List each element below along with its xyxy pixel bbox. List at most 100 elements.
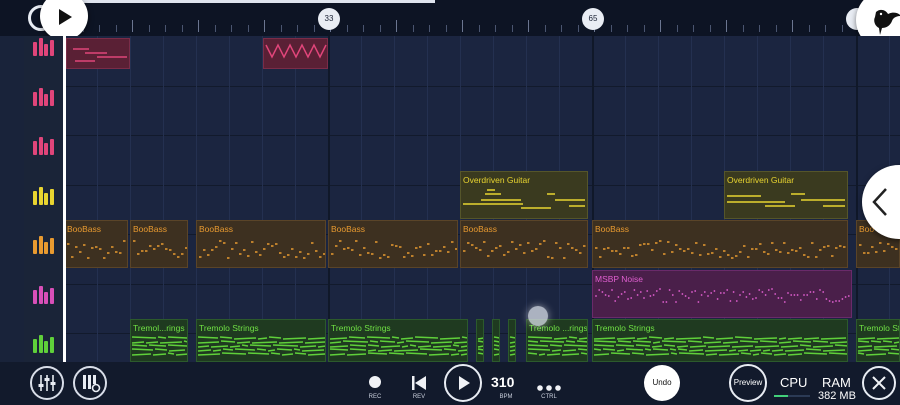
ruler-tick — [825, 25, 826, 32]
ruler-tick — [429, 25, 430, 32]
ruler-tick — [545, 25, 546, 32]
key-bar — [38, 186, 43, 205]
clip-tremolo-fragment-1[interactable] — [476, 319, 484, 362]
clip-overdriven-guitar-2[interactable]: Overdriven Guitar — [724, 171, 848, 219]
track-icon-1[interactable] — [33, 38, 55, 56]
ruler-tick — [363, 25, 364, 32]
clip-notes — [67, 240, 126, 259]
tempo-label: BPM — [499, 394, 513, 400]
track-separator — [64, 135, 900, 136]
key-bar — [33, 141, 37, 155]
grid-line — [427, 36, 428, 362]
close-button[interactable] — [862, 366, 896, 400]
ruler-tick — [132, 20, 133, 32]
clip-tremolo-strings-2[interactable]: Tremolo Strings — [196, 319, 326, 362]
clip-boobass-4[interactable]: BooBass — [328, 220, 458, 268]
ruler-tick — [710, 25, 711, 32]
ruler-tick — [248, 25, 249, 32]
key-bar — [38, 236, 43, 254]
key-bar — [33, 240, 37, 254]
controls-button[interactable] — [537, 379, 561, 391]
mixer-button[interactable] — [30, 366, 64, 400]
key-bar — [33, 339, 37, 353]
key-bar — [38, 285, 43, 304]
preview-button[interactable]: Preview — [729, 364, 767, 402]
bar-marker-65[interactable]: 65 — [582, 8, 604, 30]
instrument-settings-button[interactable] — [73, 366, 107, 400]
ruler-tick — [380, 25, 381, 32]
clip-notes — [595, 288, 850, 303]
ruler-tick — [198, 20, 199, 32]
track-icon-4[interactable] — [33, 186, 55, 205]
ruler-tick — [231, 25, 232, 32]
close-icon — [872, 376, 886, 390]
ruler-tick — [495, 25, 496, 32]
clip-boobass-5[interactable]: BooBass — [460, 220, 588, 268]
track-icon-2[interactable] — [33, 87, 55, 106]
song-progress-line — [70, 0, 435, 3]
skip-back-icon — [412, 376, 426, 390]
ruler-tick — [842, 25, 843, 32]
clip-tremolo-strings-1[interactable]: Tremol...rings — [130, 319, 188, 362]
clip-tremolo-fragment-3[interactable] — [508, 319, 516, 362]
ruler-tick — [99, 25, 100, 32]
clip-overdriven-guitar-1[interactable]: Overdriven Guitar — [460, 171, 588, 219]
daw-app: 33 65 Overdriven Guitar Overdriven Guita… — [0, 0, 900, 405]
arrangement-grid[interactable]: Overdriven Guitar Overdriven Guitar BooB… — [64, 36, 900, 362]
play-button[interactable] — [444, 364, 482, 402]
more-dots-icon — [537, 385, 561, 391]
ruler-tick — [396, 20, 397, 32]
undo-button[interactable]: Undo — [644, 365, 680, 401]
ruler-tick — [726, 20, 727, 32]
ruler-tick — [264, 20, 265, 32]
key-bar — [38, 137, 43, 155]
cpu-label: CPU — [780, 375, 808, 390]
tempo-value[interactable]: 310 — [491, 374, 514, 390]
clip-msbp-noise[interactable]: MSBP Noise — [592, 270, 852, 318]
ruler-tick — [479, 25, 480, 32]
ruler-tick — [512, 25, 513, 32]
key-bar — [44, 341, 48, 353]
clip-tremolo-fragment-2[interactable] — [492, 319, 500, 362]
clip-tremolo-strings-5[interactable]: Tremolo Strings — [592, 319, 848, 362]
grid-line — [856, 36, 858, 362]
playhead[interactable] — [63, 36, 66, 362]
ruler-tick — [677, 25, 678, 32]
clip-tremolo-strings-6[interactable]: Tremolo Str — [856, 319, 900, 362]
clip-notes — [197, 336, 325, 356]
key-bar — [49, 89, 54, 106]
instrument-gear-icon — [83, 375, 101, 393]
clip-pink-2[interactable] — [263, 38, 328, 69]
track-icon-3[interactable] — [33, 137, 55, 155]
track-icon-6[interactable] — [33, 285, 55, 304]
ruler-tick — [165, 25, 166, 32]
ruler-tick — [693, 25, 694, 32]
grid-line — [295, 36, 296, 362]
ruler-tick — [561, 25, 562, 32]
rewind-button[interactable] — [410, 375, 428, 391]
record-button[interactable] — [369, 376, 381, 388]
ruler-tick — [462, 20, 463, 32]
key-bar — [44, 291, 48, 304]
bar-marker-33[interactable]: 33 — [318, 8, 340, 30]
ruler-tick — [297, 25, 298, 32]
clip-notes — [131, 336, 187, 356]
track-icon-5[interactable] — [33, 236, 55, 254]
clip-notes — [493, 336, 499, 356]
ruler-tick — [809, 25, 810, 32]
ram-value: 382 MB — [818, 390, 856, 402]
grid-line — [394, 36, 395, 362]
ruler-tick — [182, 25, 183, 32]
clip-boobass-3[interactable]: BooBass — [196, 220, 326, 268]
clip-pink-1[interactable] — [66, 38, 130, 69]
track-icon-7[interactable] — [33, 335, 55, 353]
timeline-ruler[interactable] — [0, 0, 900, 36]
clip-boobass-2[interactable]: BooBass — [130, 220, 188, 268]
clip-tremolo-strings-3[interactable]: Tremolo Strings — [328, 319, 468, 362]
clip-notes — [857, 337, 899, 356]
rewind-label: REV — [412, 394, 426, 400]
key-bar — [33, 91, 37, 106]
clip-boobass-1[interactable]: BooBass — [64, 220, 128, 268]
key-bar — [44, 242, 48, 254]
clip-boobass-6[interactable]: BooBass — [592, 220, 848, 268]
